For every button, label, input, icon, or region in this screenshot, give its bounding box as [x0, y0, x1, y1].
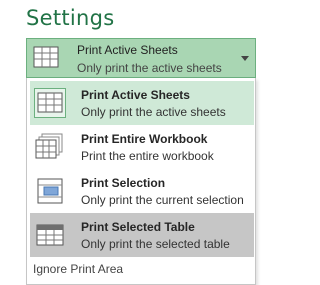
menu-item-subtitle: Print the entire workbook [81, 149, 214, 163]
active-sheets-icon [31, 44, 61, 72]
settings-heading: Settings [26, 6, 115, 30]
menu-item-subtitle: Only print the current selection [81, 193, 244, 207]
dropdown-title: Print Active Sheets [77, 43, 178, 57]
dropdown-subtitle: Only print the active sheets [77, 61, 222, 75]
menu-item-print-active-sheets[interactable]: Print Active Sheets Only print the activ… [30, 81, 254, 125]
print-what-dropdown[interactable]: Print Active Sheets Only print the activ… [26, 38, 256, 78]
entire-workbook-icon [34, 132, 66, 162]
selection-icon [34, 176, 66, 206]
menu-item-title: Print Selection [81, 176, 166, 190]
menu-item-print-entire-workbook[interactable]: Print Entire Workbook Print the entire w… [30, 125, 254, 169]
menu-item-print-selected-table[interactable]: Print Selected Table Only print the sele… [30, 213, 254, 257]
menu-item-title: Print Entire Workbook [81, 132, 208, 146]
menu-item-title: Print Active Sheets [81, 88, 190, 102]
selected-table-icon [34, 220, 66, 250]
menu-item-subtitle: Only print the active sheets [81, 105, 226, 119]
print-what-menu: Print Active Sheets Only print the activ… [26, 78, 256, 285]
active-sheets-icon [34, 88, 66, 118]
menu-item-title: Print Selected Table [81, 220, 195, 234]
ignore-print-area-option[interactable]: Ignore Print Area [33, 262, 123, 276]
menu-item-print-selection[interactable]: Print Selection Only print the current s… [30, 169, 254, 213]
menu-item-subtitle: Only print the selected table [81, 237, 230, 251]
chevron-down-icon[interactable] [241, 56, 249, 61]
